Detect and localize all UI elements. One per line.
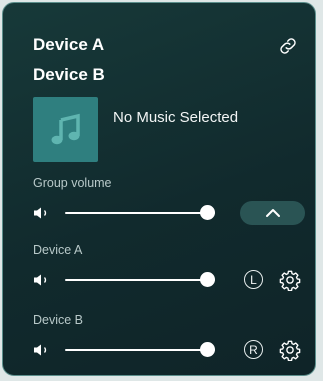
device-a-title: Device A: [33, 35, 105, 54]
now-playing-text: No Music Selected: [113, 109, 239, 126]
speaker-icon[interactable]: [33, 273, 51, 287]
right-channel-badge[interactable]: R: [244, 340, 263, 359]
device-b-title: Device B: [33, 65, 105, 84]
device-b-volume-slider[interactable]: [65, 349, 215, 351]
gear-icon[interactable]: [279, 339, 301, 362]
left-channel-badge[interactable]: L: [244, 270, 263, 289]
group-volume-slider-thumb[interactable]: [200, 205, 215, 220]
speaker-icon[interactable]: [33, 206, 51, 220]
device-b-volume-slider-thumb[interactable]: [200, 342, 215, 357]
collapse-button[interactable]: [240, 201, 305, 225]
album-art: [33, 97, 98, 162]
device-b-label: Device B: [33, 313, 84, 327]
device-a-volume-slider-thumb[interactable]: [200, 272, 215, 287]
music-note-icon: [50, 113, 82, 147]
group-volume-label: Group volume: [33, 176, 112, 190]
gear-icon[interactable]: [279, 269, 301, 292]
group-volume-slider[interactable]: [65, 212, 215, 214]
chevron-up-icon: [265, 208, 281, 218]
multiroom-player-card: Device A Device B No Music Selected Grou…: [2, 2, 316, 376]
link-icon[interactable]: [277, 35, 299, 57]
device-a-volume-slider[interactable]: [65, 279, 215, 281]
device-a-label: Device A: [33, 243, 83, 257]
speaker-icon[interactable]: [33, 343, 51, 357]
